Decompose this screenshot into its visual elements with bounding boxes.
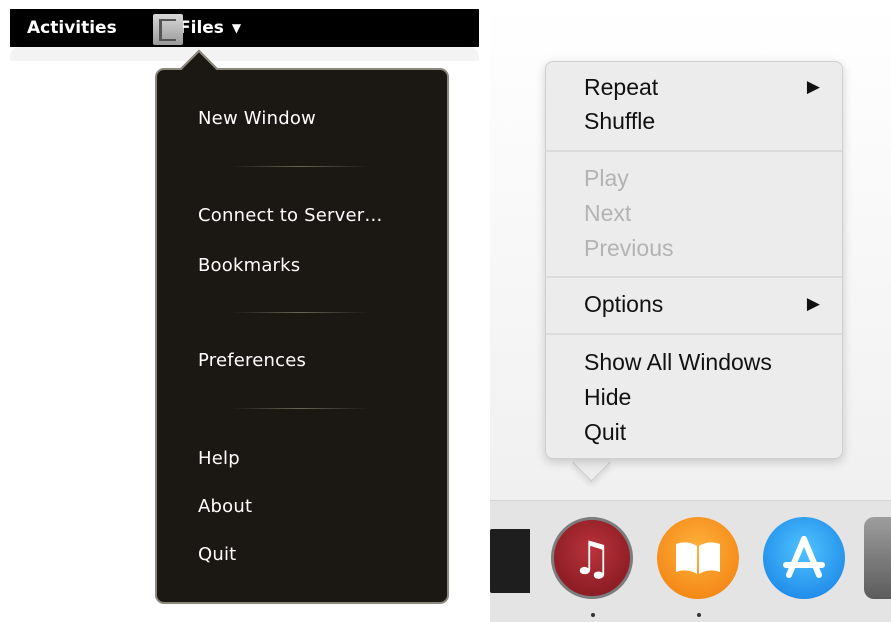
- menu-item-connect-to-server[interactable]: Connect to Server…: [198, 205, 383, 226]
- submenu-arrow-icon: ▶: [806, 77, 820, 97]
- menu-separator: [546, 333, 842, 335]
- running-indicator: [591, 613, 595, 617]
- gnome-top-bar: Activities Files ▼: [10, 9, 479, 47]
- menu-separator: [546, 276, 842, 278]
- desktop-background: [10, 47, 479, 61]
- menu-item-bookmarks[interactable]: Bookmarks: [198, 255, 300, 276]
- menu-item-help[interactable]: Help: [198, 448, 240, 469]
- chevron-down-icon: ▼: [231, 21, 242, 35]
- app-store-a-icon: [783, 536, 825, 578]
- running-indicator: [697, 613, 701, 617]
- menu-separator: [231, 166, 369, 167]
- menu-item-quit[interactable]: Quit: [198, 544, 236, 565]
- app-menu-label: Files: [179, 18, 224, 38]
- books-app-icon[interactable]: [657, 517, 739, 599]
- menu-item-show-all-windows[interactable]: Show All Windows: [584, 349, 772, 376]
- menu-item-label: Repeat: [584, 74, 659, 100]
- menu-item-new-window[interactable]: New Window: [198, 108, 316, 129]
- menu-item-options[interactable]: Options: [584, 291, 663, 318]
- music-note-icon: ♫: [571, 531, 613, 585]
- files-app-icon: [153, 13, 183, 45]
- music-app-icon[interactable]: ♫: [551, 517, 633, 599]
- app-store-icon[interactable]: [763, 517, 845, 599]
- app-menu-button[interactable]: Files ▼: [153, 9, 249, 47]
- menu-item-quit[interactable]: Quit: [584, 419, 626, 446]
- menu-item-preferences[interactable]: Preferences: [198, 350, 306, 371]
- menu-item-previous: Previous: [584, 235, 674, 261]
- menu-item-repeat[interactable]: Repeat: [584, 74, 658, 101]
- system-preferences-icon[interactable]: [864, 517, 891, 599]
- menu-separator: [546, 150, 842, 152]
- dock-context-menu: Repeat ▶ Shuffle Play Next Previous Opti…: [545, 61, 843, 459]
- menu-item-hide[interactable]: Hide: [584, 384, 631, 411]
- menu-item-play: Play: [584, 165, 629, 191]
- menu-item-next: Next: [584, 200, 632, 226]
- open-book-icon: [676, 542, 720, 574]
- submenu-arrow-icon: ▶: [806, 294, 820, 314]
- dock-app-icon[interactable]: [490, 529, 530, 593]
- menu-item-about[interactable]: About: [198, 496, 252, 517]
- menu-item-shuffle[interactable]: Shuffle: [584, 108, 655, 135]
- app-menu-popup: New Window Connect to Server… Bookmarks …: [155, 68, 449, 604]
- menu-separator: [231, 408, 369, 409]
- activities-button[interactable]: Activities: [27, 18, 117, 38]
- menu-separator: [231, 312, 369, 313]
